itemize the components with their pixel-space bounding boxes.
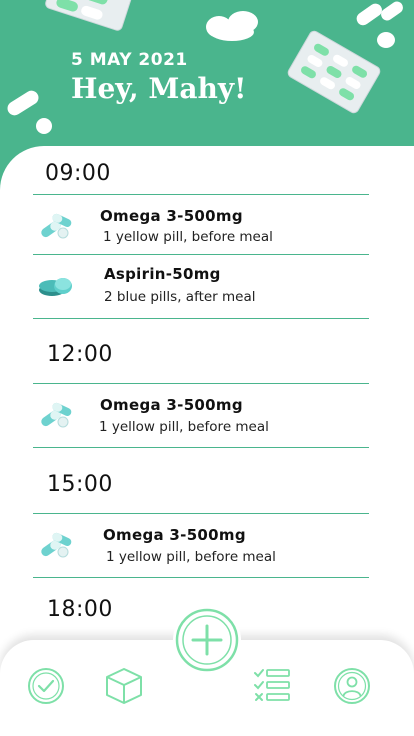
greeting-title: Hey, Mahy!: [71, 72, 247, 105]
medication-name: Aspirin-50mg: [104, 265, 221, 283]
divider: [33, 447, 369, 448]
date-label: 5 MAY 2021: [71, 50, 188, 70]
medication-item[interactable]: Omega 3-500mg 1 yellow pill, before meal: [33, 196, 369, 254]
divider: [33, 383, 369, 384]
box-icon[interactable]: [104, 666, 144, 706]
medication-item[interactable]: Omega 3-500mg 1 yellow pill, before meal: [33, 385, 369, 443]
divider: [33, 254, 369, 255]
capsule-pills-icon: [41, 213, 72, 239]
medication-name: Omega 3-500mg: [100, 396, 243, 414]
tablet-pills-icon: [39, 278, 72, 296]
add-button[interactable]: [173, 606, 241, 674]
time-slot-label: 09:00: [45, 161, 111, 186]
medication-name: Omega 3-500mg: [100, 207, 243, 225]
checklist-icon[interactable]: [252, 666, 292, 706]
add-icon: [175, 608, 239, 672]
medication-dosage: 1 yellow pill, before meal: [106, 549, 276, 565]
time-slot-label: 12:00: [47, 342, 113, 367]
medication-dosage: 1 yellow pill, before meal: [103, 229, 273, 245]
divider: [33, 513, 369, 514]
divider: [33, 318, 369, 319]
check-icon[interactable]: [26, 666, 66, 706]
divider: [33, 194, 369, 195]
divider: [33, 577, 369, 578]
time-slot-label: 18:00: [47, 597, 113, 622]
medication-item[interactable]: Aspirin-50mg 2 blue pills, after meal: [33, 256, 369, 314]
time-slot-label: 15:00: [47, 472, 113, 497]
capsule-pills-icon: [41, 402, 72, 428]
capsule-pills-icon: [41, 532, 72, 558]
medication-name: Omega 3-500mg: [103, 526, 246, 544]
profile-icon[interactable]: [332, 666, 372, 706]
medication-dosage: 1 yellow pill, before meal: [99, 419, 269, 435]
medication-item[interactable]: Omega 3-500mg 1 yellow pill, before meal: [33, 515, 369, 573]
medication-dosage: 2 blue pills, after meal: [104, 289, 256, 305]
